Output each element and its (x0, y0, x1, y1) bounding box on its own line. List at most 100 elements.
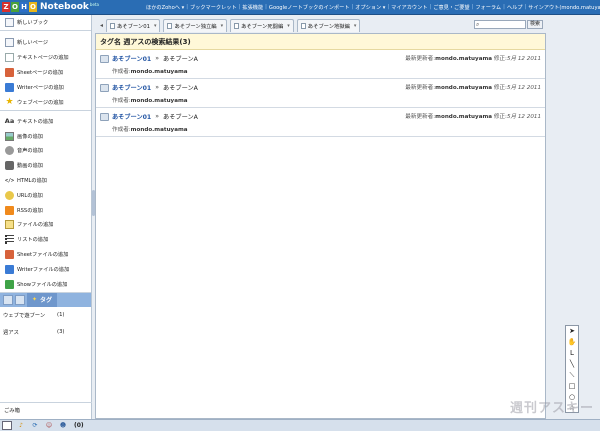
trash-label: ごみ箱 (4, 407, 20, 414)
topnav-link[interactable]: サインアウト(mondo.matuyama) (526, 4, 600, 11)
result-book-link[interactable]: あそブーン01 (112, 112, 151, 121)
author-value: mondo.matuyama (130, 69, 188, 75)
pages-view-icon[interactable] (15, 294, 25, 305)
search-input[interactable]: ⌕ (474, 20, 526, 29)
sidebar-item-add-content[interactable]: 音声の追加 (0, 144, 91, 159)
app-logo[interactable]: ZOHO Notebook beta (0, 0, 99, 15)
screen-icon[interactable] (2, 421, 12, 430)
result-book-link[interactable]: あそブーン01 (112, 83, 151, 92)
book-icon (100, 54, 109, 63)
topnav-link[interactable]: ご意見・ご要望 (431, 4, 471, 11)
line-tool-icon[interactable]: ╲ (566, 359, 578, 370)
tab-book[interactable]: あそブーン地獄編 ▾ (296, 19, 361, 32)
tab-book[interactable]: あそブーン独立編 ▾ (163, 19, 228, 32)
user-icon[interactable]: ☻ (58, 421, 68, 430)
result-row: あそブーン01» あそブーンA 最新更新者:mondo.matuyama 修正:5月… (96, 108, 545, 137)
rectangle-tool-icon[interactable]: □ (566, 381, 578, 392)
new-book-button[interactable]: 新しいブック (0, 15, 91, 30)
sidebar-item-label: Sheetページの追加 (17, 70, 64, 76)
tab-dropdown-icon[interactable]: ▾ (354, 23, 357, 29)
writer-page-icon (5, 83, 14, 92)
books-view-icon[interactable] (3, 294, 13, 305)
tab-tags[interactable]: ✦ タグ (27, 292, 58, 307)
author-value: mondo.matuyama (130, 98, 188, 104)
tab-scroll-left-icon[interactable]: ◂ (97, 20, 106, 32)
sidebar-item-add-content[interactable]: 動画の追加 (0, 158, 91, 173)
sidebar-item-add-content[interactable]: RSSの追加 (0, 203, 91, 218)
modified-date: 5月 12 2011 (506, 56, 541, 62)
sidebar-item-add-content[interactable]: Showファイルの追加 (0, 277, 91, 292)
result-meta: 最新更新者:mondo.matuyama 修正:5月 12 2011 (405, 83, 541, 91)
new-book-section: 新しいブック (0, 15, 91, 31)
bell-icon[interactable]: ♪ (16, 421, 26, 430)
add-page-section: 新しいページ テキストページの追加 Sheetページの追加 Writerページの追加 ★… (0, 31, 91, 111)
topnav-link[interactable]: ほかのZohoへ ▾ (144, 4, 186, 11)
book-tabs: ◂ あそブーン01 ▾ あそブーン独立編 ▾ あそブーン死闘編 ▾ あそブーン地獄編 ▾ (97, 18, 477, 32)
topnav-link[interactable]: フォーラム (473, 4, 503, 11)
zoho-logo: ZOHO (2, 2, 38, 12)
sidebar-item-add-content[interactable]: </> HTMLの追加 (0, 173, 91, 188)
sidebar-item-add-page[interactable]: ★ ウェブページの追加 (0, 95, 91, 110)
sheet-page-icon (5, 68, 14, 77)
result-book-link[interactable]: あそブーン01 (112, 54, 151, 63)
sidebar-item-add-page[interactable]: 新しいページ (0, 35, 91, 50)
search-button[interactable]: 検索 (527, 20, 544, 29)
author-label: 作成者: (112, 127, 131, 133)
result-author-line: 作成者:mondo.matuyama (100, 96, 541, 104)
sidebar-item-label: URLの追加 (17, 192, 43, 199)
tab-dropdown-icon[interactable]: ▾ (154, 23, 157, 29)
sidebar-view-tabs: ✦ タグ (0, 292, 91, 307)
tab-dropdown-icon[interactable]: ▾ (287, 23, 290, 29)
sidebar-item-add-content[interactable]: Writerファイルの追加 (0, 262, 91, 277)
tag-item[interactable]: 週アス (3) (0, 324, 91, 341)
result-page-link[interactable]: あそブーンA (163, 83, 198, 92)
sidebar-item-add-page[interactable]: Sheetページの追加 (0, 65, 91, 80)
tab-book[interactable]: あそブーン01 ▾ (106, 19, 161, 32)
updated-by-value: mondo.matuyama (435, 56, 493, 62)
topnav-link[interactable]: マイアカウント (389, 4, 429, 11)
tag-item[interactable]: ウェブで遊ブーン (1) (0, 307, 91, 324)
sidebar-item-label: Writerページの追加 (17, 85, 64, 91)
tab-label: あそブーン01 (117, 24, 150, 30)
sidebar-item-add-content[interactable]: Aa テキストの追加 (0, 114, 91, 129)
curve-tool-icon[interactable]: ⟍ (566, 370, 578, 381)
list-icon (5, 235, 14, 245)
tab-dropdown-icon[interactable]: ▾ (221, 23, 224, 29)
sidebar-item-add-page[interactable]: Writerページの追加 (0, 80, 91, 95)
app-name: Notebook (40, 2, 89, 12)
topnav-link[interactable]: オプション ▾ (353, 4, 387, 11)
modified-date: 5月 12 2011 (506, 114, 541, 120)
sidebar-item-add-page[interactable]: テキストページの追加 (0, 50, 91, 65)
result-row: あそブーン01» あそブーンA 最新更新者:mondo.matuyama 修正:5月… (96, 79, 545, 108)
modified-date: 5月 12 2011 (506, 85, 541, 91)
sidebar-item-label: Showファイルの追加 (17, 281, 68, 288)
topnav-link[interactable]: 拡張機能 (240, 4, 265, 11)
sidebar-item-label: 動画の追加 (17, 163, 43, 170)
result-page-link[interactable]: あそブーンA (163, 112, 198, 121)
logo-letter: H (20, 2, 28, 12)
logo-letter: O (29, 2, 37, 12)
trash-item[interactable]: ごみ箱 (0, 402, 92, 416)
topnav-link[interactable]: ブックマークレット (188, 4, 239, 11)
results-heading: タグ名 週アスの検索結果(3) (96, 34, 545, 50)
tab-label: あそブーン死闘編 (241, 24, 284, 30)
sidebar-item-add-content[interactable]: ファイルの追加 (0, 218, 91, 233)
sidebar-item-add-content[interactable]: リストの追加 (0, 232, 91, 247)
result-page-link[interactable]: あそブーンA (163, 54, 198, 63)
sidebar-item-add-content[interactable]: Sheetファイルの追加 (0, 247, 91, 262)
image-icon (5, 131, 14, 141)
pointer-tool-icon[interactable]: ➤ (566, 326, 578, 337)
topnav-link[interactable]: Googleノートブックのインポート (267, 4, 352, 11)
topnav-link[interactable]: ヘルプ (505, 4, 525, 11)
elbow-line-tool-icon[interactable]: L (566, 348, 578, 359)
tab-book[interactable]: あそブーン死闘編 ▾ (230, 19, 294, 32)
result-list: あそブーン01» あそブーンA 最新更新者:mondo.matuyama 修正:5月… (96, 50, 545, 137)
hand-tool-icon[interactable]: ✋ (566, 337, 578, 348)
blank-page-icon (5, 38, 14, 47)
sidebar-item-add-content[interactable]: URLの追加 (0, 188, 91, 203)
page-icon (234, 23, 240, 29)
share-icon[interactable]: ⟳ (30, 421, 40, 430)
contacts-icon[interactable]: ☺ (44, 421, 54, 430)
updated-by-value: mondo.matuyama (435, 85, 493, 91)
sidebar-item-add-content[interactable]: 画像の追加 (0, 129, 91, 144)
